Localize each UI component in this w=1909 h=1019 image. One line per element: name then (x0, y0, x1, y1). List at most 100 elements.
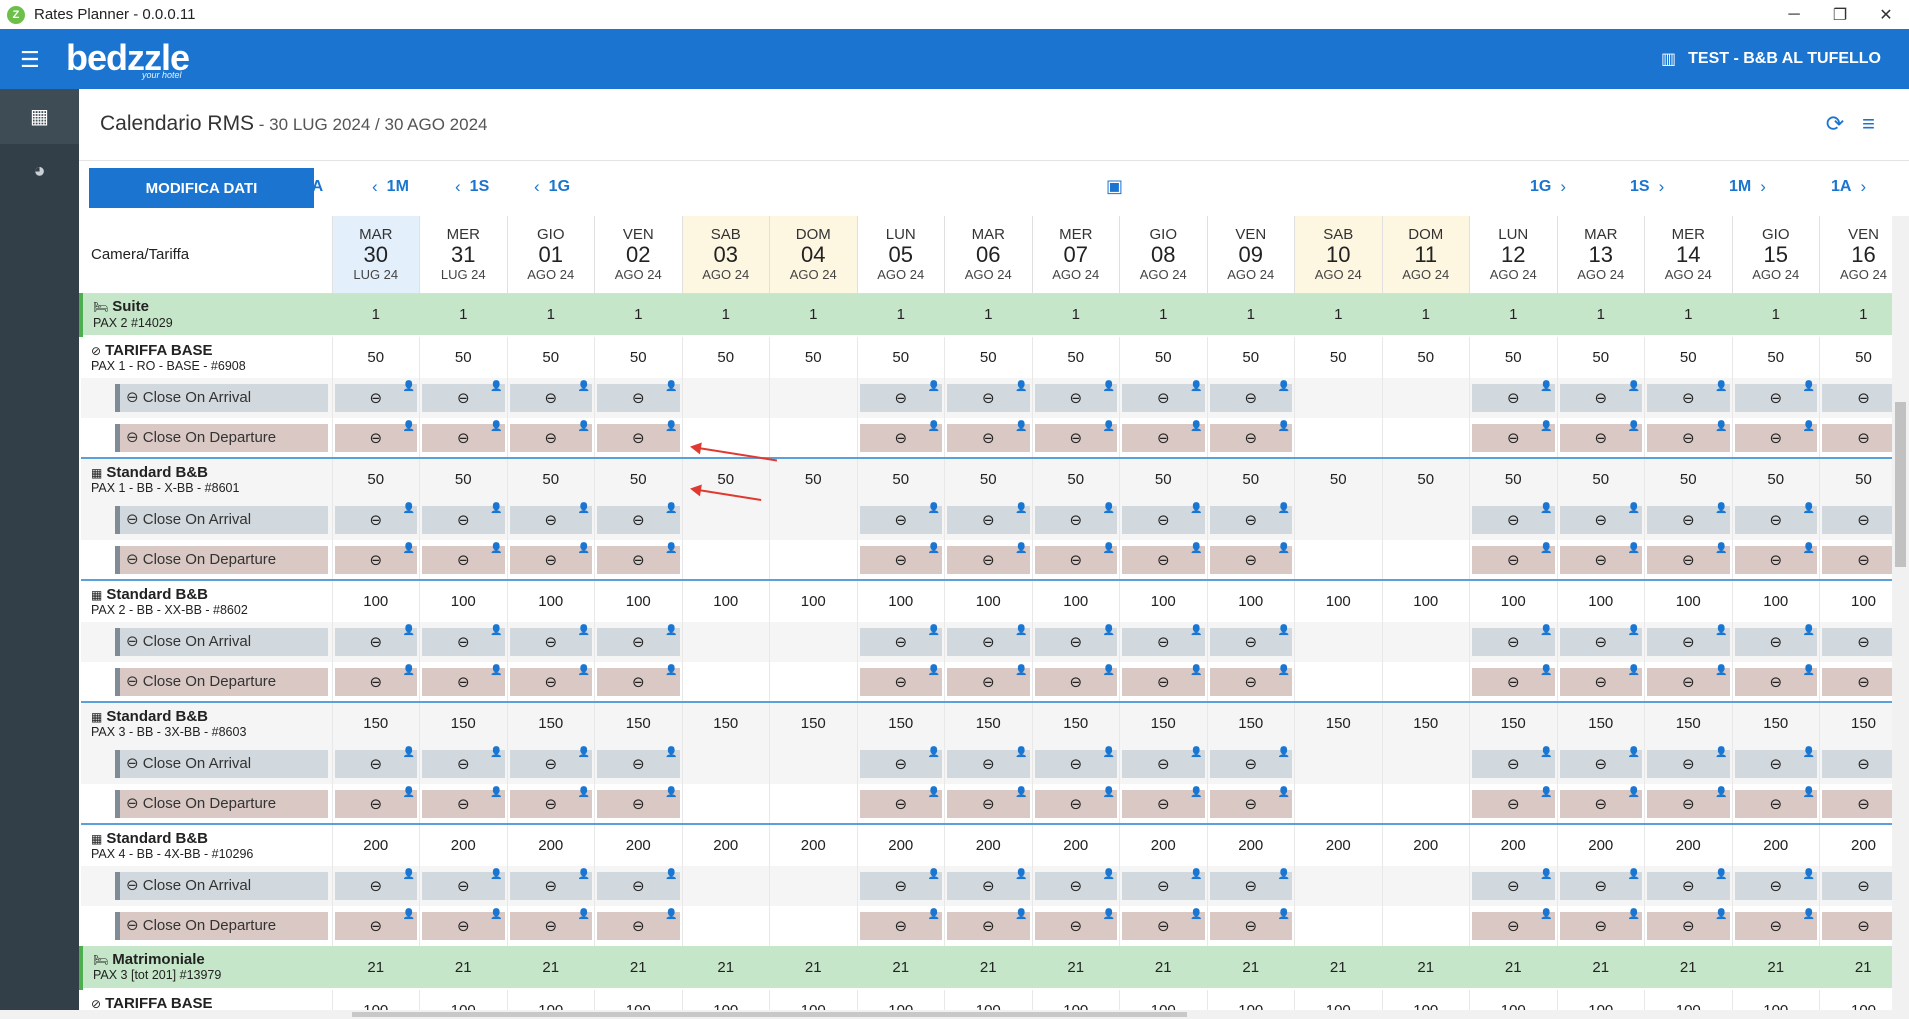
restriction-cell[interactable]: ⊖👤 (1031, 622, 1120, 662)
restriction-cell[interactable]: ⊖👤 (1644, 784, 1732, 824)
rate-label[interactable]: ⊘TARIFFA BASEPAX 1 - RO - BASE - #6908 (81, 335, 332, 378)
restriction-cell[interactable]: ⊖👤 (1119, 378, 1207, 418)
price-cell[interactable]: 100 (1294, 579, 1382, 622)
restriction-cell[interactable]: ⊖👤 (419, 662, 507, 702)
price-cell[interactable]: 50 (1294, 457, 1382, 500)
restriction-toggle[interactable]: ⊖👤 (859, 421, 942, 452)
restriction-toggle[interactable]: ⊖👤 (947, 787, 1030, 818)
restriction-cell[interactable]: ⊖👤 (506, 866, 595, 906)
restriction-toggle[interactable]: ⊖👤 (947, 909, 1030, 940)
price-cell[interactable]: 50 (1556, 457, 1645, 500)
restriction-toggle[interactable]: ⊖👤 (422, 787, 505, 818)
price-cell[interactable]: 50 (331, 335, 420, 378)
room-label[interactable]: 🛏 Suite PAX 2 #14029 (79, 293, 332, 337)
price-cell[interactable]: 200 (681, 823, 770, 866)
restriction-toggle[interactable]: ⊖👤 (1472, 421, 1555, 452)
restriction-toggle[interactable]: ⊖👤 (597, 421, 680, 452)
restriction-cell[interactable]: ⊖👤 (1556, 866, 1645, 906)
restriction-toggle[interactable]: ⊖👤 (1209, 909, 1292, 940)
restriction-cell[interactable]: ⊖👤 (1556, 500, 1645, 540)
restriction-cell[interactable]: ⊖👤 (1469, 662, 1557, 702)
restriction-toggle[interactable]: ⊖👤 (509, 909, 592, 940)
restriction-toggle[interactable]: ⊖👤 (334, 503, 417, 534)
restriction-cell[interactable]: ⊖👤 (506, 500, 595, 540)
price-cell[interactable]: 50 (594, 335, 682, 378)
availability-cell[interactable]: 21 (857, 946, 945, 990)
price-cell[interactable]: 150 (769, 701, 857, 744)
nav-back-1g[interactable]: ‹ 1G (525, 177, 570, 197)
restriction-cell[interactable]: ⊖👤 (1206, 662, 1295, 702)
restriction-cell[interactable] (1294, 744, 1382, 784)
restriction-cell[interactable]: ⊖👤 (506, 378, 595, 418)
restriction-cell[interactable]: ⊖👤 (1031, 744, 1120, 784)
restriction-cell[interactable]: ⊖👤 (331, 866, 420, 906)
availability-cell[interactable]: 21 (1119, 946, 1207, 990)
restriction-toggle[interactable]: ⊖👤 (1647, 787, 1730, 818)
restriction-cell[interactable]: ⊖👤 (856, 744, 945, 784)
restriction-cell[interactable]: ⊖👤 (419, 418, 507, 458)
price-cell[interactable]: 50 (506, 457, 595, 500)
restriction-cell[interactable] (769, 662, 857, 702)
price-cell[interactable]: 50 (1381, 457, 1470, 500)
restriction-toggle[interactable]: ⊖👤 (1559, 543, 1642, 574)
availability-cell[interactable]: 21 (507, 946, 595, 990)
restriction-cell[interactable] (769, 784, 857, 824)
restriction-toggle[interactable]: ⊖👤 (859, 543, 942, 574)
price-cell[interactable]: 150 (681, 701, 770, 744)
hamburger-menu-icon[interactable]: ☰ (20, 47, 40, 73)
restriction-toggle[interactable]: ⊖👤 (1122, 869, 1205, 900)
restriction-toggle[interactable]: ⊖👤 (859, 503, 942, 534)
restriction-cell[interactable]: ⊖👤 (856, 540, 945, 580)
restriction-cell[interactable]: ⊖👤 (594, 540, 682, 580)
restriction-toggle[interactable]: ⊖👤 (1647, 421, 1730, 452)
restriction-cell[interactable]: ⊖👤 (1031, 866, 1120, 906)
price-cell[interactable]: 200 (1644, 823, 1732, 866)
restriction-cell[interactable]: ⊖👤 (594, 622, 682, 662)
restriction-cell[interactable]: ⊖👤 (856, 622, 945, 662)
restriction-cell[interactable] (1381, 378, 1470, 418)
restriction-cell[interactable]: ⊖👤 (506, 744, 595, 784)
restriction-toggle[interactable]: ⊖👤 (1472, 787, 1555, 818)
restriction-cell[interactable] (1294, 784, 1382, 824)
restriction-toggle[interactable]: ⊖👤 (509, 787, 592, 818)
price-cell[interactable]: 200 (1556, 823, 1645, 866)
restriction-cell[interactable]: ⊖👤 (856, 784, 945, 824)
restriction-toggle[interactable]: ⊖👤 (422, 869, 505, 900)
price-cell[interactable]: 50 (1644, 457, 1732, 500)
restriction-toggle[interactable]: ⊖👤 (509, 625, 592, 656)
price-cell[interactable]: 100 (594, 579, 682, 622)
price-cell[interactable]: 200 (331, 823, 420, 866)
restriction-toggle[interactable]: ⊖👤 (947, 543, 1030, 574)
restriction-cell[interactable] (1381, 622, 1470, 662)
restriction-cell[interactable]: ⊖👤 (419, 500, 507, 540)
restriction-cell[interactable]: ⊖👤 (1469, 622, 1557, 662)
restriction-toggle[interactable]: ⊖👤 (859, 909, 942, 940)
restriction-cell[interactable]: ⊖👤 (1119, 540, 1207, 580)
restriction-toggle[interactable]: ⊖👤 (1559, 869, 1642, 900)
nav-back-1m[interactable]: ‹ 1M (363, 177, 409, 197)
availability-cell[interactable]: 21 (1732, 946, 1820, 990)
restriction-toggle[interactable]: ⊖👤 (422, 421, 505, 452)
restriction-cell[interactable]: ⊖👤 (1119, 622, 1207, 662)
price-cell[interactable]: 50 (944, 457, 1032, 500)
day-header[interactable]: SAB 10 AGO 24 (1294, 216, 1382, 294)
price-cell[interactable]: 150 (856, 701, 945, 744)
restriction-cell[interactable]: ⊖👤 (331, 622, 420, 662)
vertical-scrollbar[interactable] (1892, 216, 1909, 1019)
restriction-cell[interactable]: ⊖👤 (1556, 540, 1645, 580)
restriction-toggle[interactable]: ⊖👤 (1034, 421, 1117, 452)
availability-cell[interactable]: 1 (857, 293, 945, 337)
availability-cell[interactable]: 1 (769, 293, 857, 337)
restriction-toggle[interactable]: ⊖👤 (1034, 787, 1117, 818)
restriction-toggle[interactable]: ⊖👤 (334, 625, 417, 656)
restriction-cell[interactable] (681, 906, 770, 946)
restriction-cell[interactable]: ⊖👤 (944, 906, 1032, 946)
price-cell[interactable]: 50 (856, 457, 945, 500)
restriction-toggle[interactable]: ⊖👤 (859, 869, 942, 900)
availability-cell[interactable]: 1 (1032, 293, 1120, 337)
restriction-toggle[interactable]: ⊖👤 (597, 869, 680, 900)
availability-cell[interactable]: 21 (1557, 946, 1645, 990)
availability-cell[interactable]: 21 (944, 946, 1032, 990)
restriction-cell[interactable] (681, 866, 770, 906)
restriction-toggle[interactable]: ⊖👤 (1472, 543, 1555, 574)
